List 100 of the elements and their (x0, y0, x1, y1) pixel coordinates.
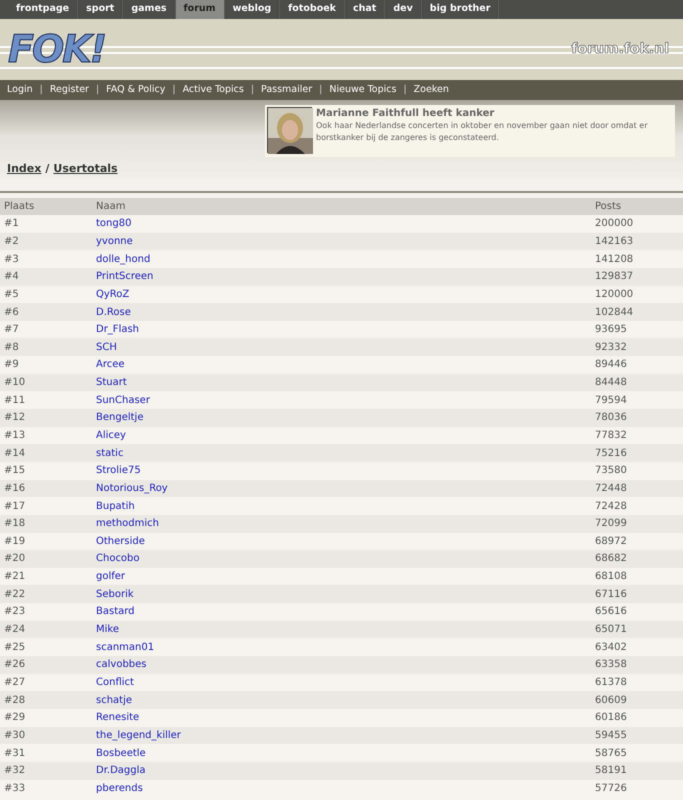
posts-cell: 93695 (591, 320, 683, 338)
user-link[interactable]: D.Rose (96, 306, 131, 318)
rank-cell: #11 (0, 391, 92, 410)
user-link[interactable]: golfer (96, 571, 126, 582)
user-link[interactable]: Dr.Daggla (96, 765, 146, 776)
user-link[interactable]: Dr_Flash (96, 324, 140, 336)
user-link[interactable]: the_legend_killer (96, 730, 181, 741)
posts-cell: 60609 (591, 691, 683, 709)
posts-cell: 68682 (591, 550, 683, 568)
user-link[interactable]: Bengeltje (96, 412, 144, 424)
user-link[interactable]: Renesite (96, 712, 140, 724)
rank-cell: #28 (0, 691, 92, 709)
news-text: Ook haar Nederlandse concerten in oktober en november gaan niet door omdat er borstkanker bij de zangeres is geconstateerd. (316, 120, 648, 144)
posts-cell: 73580 (591, 462, 683, 480)
posts-cell: 75216 (591, 444, 683, 462)
rank-cell: #9 (0, 356, 92, 374)
rank-cell: #18 (0, 514, 92, 533)
rank-cell: #4 (0, 268, 92, 286)
posts-cell: 78036 (591, 409, 683, 427)
rank-cell: #13 (0, 426, 92, 444)
rank-cell: #20 (0, 550, 92, 568)
posts-cell: 92332 (591, 338, 683, 356)
breadcrumb-separator: / (45, 162, 50, 175)
posts-cell: 72428 (591, 497, 683, 515)
separator: | (96, 82, 100, 97)
rank-cell: #14 (0, 444, 92, 462)
rank-cell: #33 (0, 780, 92, 798)
rank-cell: #6 (0, 303, 92, 321)
rank-cell: #8 (0, 338, 92, 356)
user-link[interactable]: Seborik (96, 588, 134, 600)
nav-link[interactable]: Zoeken (414, 82, 449, 98)
breadcrumb-link[interactable]: Index (7, 162, 42, 175)
nav-link[interactable]: Register (50, 82, 89, 98)
breadcrumb-link[interactable]: Usertotals (53, 162, 118, 175)
user-link[interactable]: Bastard (96, 606, 135, 618)
user-link[interactable]: Conflict (96, 676, 134, 688)
user-link[interactable]: Bupatih (96, 500, 135, 512)
user-link[interactable]: pberends (96, 782, 143, 794)
user-link[interactable]: Arcee (96, 359, 125, 370)
nav-link[interactable]: Passmailer (261, 82, 312, 98)
user-link[interactable]: calvobbes (96, 659, 146, 670)
nav-link[interactable]: Login (7, 82, 33, 98)
rank-cell: #17 (0, 497, 92, 515)
separator: | (250, 82, 254, 97)
user-link[interactable]: Notorious_Roy (96, 482, 168, 494)
nav-link[interactable]: FAQ & Policy (106, 82, 166, 98)
rank-cell: #26 (0, 656, 92, 674)
posts-cell: 79594 (591, 391, 683, 410)
rank-cell: #32 (0, 762, 92, 780)
user-link[interactable]: static (96, 448, 124, 459)
rank-cell: #23 (0, 603, 92, 621)
column-header: Naam (92, 198, 591, 215)
nav-link[interactable]: Active Topics (182, 82, 244, 98)
user-link[interactable]: yvonne (96, 236, 133, 247)
rank-cell: #22 (0, 585, 92, 604)
posts-cell: 77832 (591, 426, 683, 444)
news-title[interactable]: Marianne Faithfull heeft kanker (316, 107, 673, 120)
user-link[interactable]: Mike (96, 624, 119, 636)
user-link[interactable]: methodmich (96, 518, 159, 530)
user-link[interactable]: Stuart (96, 377, 127, 388)
user-link[interactable]: schatje (96, 694, 132, 706)
rank-cell: #10 (0, 374, 92, 392)
nav-link[interactable]: Nieuwe Topics (329, 82, 396, 98)
rank-cell: #3 (0, 250, 92, 268)
posts-cell: 59455 (591, 726, 683, 744)
rank-cell: #19 (0, 532, 92, 550)
posts-cell: 65071 (591, 620, 683, 638)
rank-cell: #27 (0, 674, 92, 692)
separator: | (40, 82, 43, 97)
posts-cell: 57726 (591, 780, 683, 798)
separator: | (403, 82, 407, 97)
rank-cell: #12 (0, 409, 92, 427)
user-link[interactable]: Alicey (96, 430, 126, 441)
posts-cell: 89446 (591, 356, 683, 374)
posts-cell: 60186 (591, 708, 683, 727)
rank-cell: #29 (0, 708, 92, 727)
rank-cell: #1 (0, 215, 92, 233)
user-link[interactable]: QyRoZ (96, 288, 130, 300)
nav-tab[interactable]: forum (176, 0, 225, 19)
user-link[interactable]: SunChaser (96, 394, 150, 406)
user-link[interactable]: Otherside (96, 536, 145, 547)
rank-cell: #15 (0, 462, 92, 480)
rank-cell: #16 (0, 480, 92, 498)
user-link[interactable]: Strolie75 (96, 465, 141, 476)
posts-cell: 72448 (591, 480, 683, 498)
posts-cell: 63358 (591, 656, 683, 674)
site-name: forum.fok.nl (571, 40, 669, 59)
posts-cell: 67116 (591, 585, 683, 604)
user-link[interactable]: tong80 (96, 218, 132, 230)
posts-cell: 65616 (591, 603, 683, 621)
user-link[interactable]: PrintScreen (96, 271, 154, 282)
user-link[interactable]: dolle_hond (96, 254, 150, 265)
user-link[interactable]: SCH (96, 342, 117, 353)
user-link[interactable]: scanman01 (96, 642, 154, 653)
rank-cell: #7 (0, 320, 92, 338)
posts-cell: 102844 (591, 303, 683, 321)
user-link[interactable]: Chocobo (96, 553, 140, 564)
posts-cell: 63402 (591, 638, 683, 656)
posts-cell: 141208 (591, 250, 683, 268)
user-link[interactable]: Bosbeetle (96, 748, 146, 759)
